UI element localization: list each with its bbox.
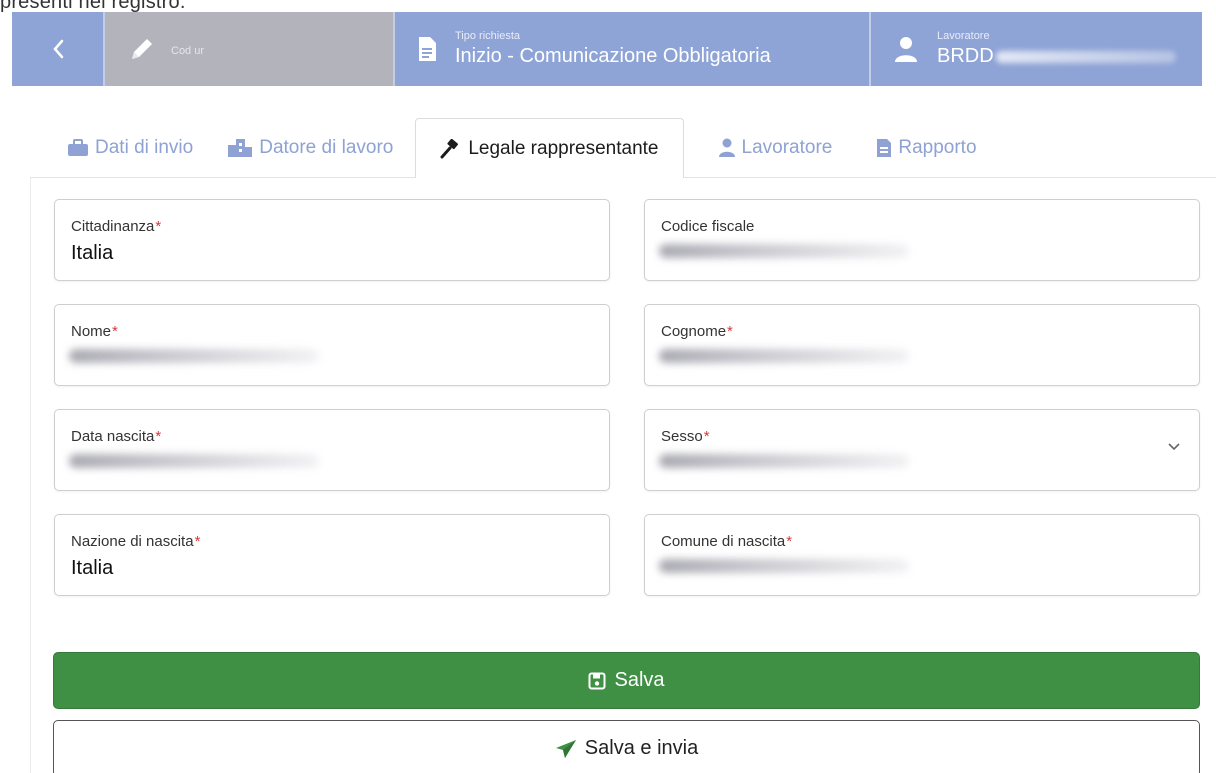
field-label: Sesso* xyxy=(661,428,710,445)
user-icon xyxy=(895,37,917,62)
redacted-value xyxy=(69,349,319,363)
tab-legale-rappresentante[interactable]: Legale rappresentante xyxy=(415,118,684,178)
cognome-field[interactable]: Cognome* xyxy=(644,304,1200,386)
header-cod-label: Cod ur xyxy=(171,45,205,57)
nome-field[interactable]: Nome* xyxy=(54,304,610,386)
save-button[interactable]: Salva xyxy=(53,652,1200,709)
building-icon xyxy=(228,139,253,157)
field-label: Data nascita* xyxy=(71,428,162,445)
header-lavoratore-label: Lavoratore xyxy=(937,30,990,42)
gavel-icon xyxy=(440,138,459,158)
document-icon xyxy=(419,37,436,61)
chevron-down-icon[interactable] xyxy=(1167,442,1181,452)
paper-plane-icon xyxy=(555,739,576,758)
document-icon xyxy=(877,139,892,157)
tab-lavoratore[interactable]: Lavoratore xyxy=(706,118,845,178)
tab-label: Dati di invio xyxy=(95,137,194,158)
save-button-label: Salva xyxy=(614,669,665,691)
redacted-value xyxy=(659,454,909,468)
tab-label: Rapporto xyxy=(898,137,977,158)
chevron-left-icon xyxy=(52,39,63,59)
redacted-value xyxy=(659,244,909,258)
tab-dati-di-invio[interactable]: Dati di invio xyxy=(55,118,205,178)
save-and-send-label: Salva e invia xyxy=(584,737,699,759)
tab-rapporto[interactable]: Rapporto xyxy=(864,118,988,178)
cittadinanza-field[interactable]: Cittadinanza* Italia xyxy=(54,199,610,281)
sesso-select[interactable]: Sesso* xyxy=(644,409,1200,491)
comune-nascita-field[interactable]: Comune di nascita* xyxy=(644,514,1200,596)
header-lavoratore: Lavoratore BRDD xyxy=(871,12,1202,86)
redacted-value xyxy=(659,349,909,363)
cittadinanza-value: Italia xyxy=(71,242,114,264)
header-cod-section: Cod ur xyxy=(105,12,395,86)
header-tipo-label: Tipo richiesta xyxy=(455,30,521,42)
back-button[interactable] xyxy=(12,12,105,86)
redacted-value xyxy=(659,559,909,573)
field-label: Comune di nascita* xyxy=(661,533,793,550)
user-icon xyxy=(718,138,735,157)
nazione-nascita-value: Italia xyxy=(71,557,114,579)
redacted-value xyxy=(69,454,319,468)
field-label: Nazione di nascita* xyxy=(71,533,201,550)
tab-label: Datore di lavoro xyxy=(259,137,394,158)
tab-bar: Dati di invio Datore di lavoro Legale ra… xyxy=(55,118,1205,178)
header-tipo-richiesta: Tipo richiesta Inizio - Comunicazione Ob… xyxy=(395,12,871,86)
header-tipo-value: Inizio - Comunicazione Obbligatoria xyxy=(455,45,771,67)
redacted-text xyxy=(995,50,1176,63)
request-header: Cod ur Tipo richiesta Inizio - Comunicaz… xyxy=(12,12,1202,86)
briefcase-icon xyxy=(68,139,88,156)
tab-label: Lavoratore xyxy=(741,137,833,158)
field-label: Cittadinanza* xyxy=(71,218,162,235)
nazione-nascita-field[interactable]: Nazione di nascita* Italia xyxy=(54,514,610,596)
field-label: Codice fiscale xyxy=(661,218,755,235)
floppy-disk-icon xyxy=(588,672,606,689)
header-lavoratore-value: BRDD xyxy=(937,45,994,67)
codice-fiscale-field[interactable]: Codice fiscale xyxy=(644,199,1200,281)
field-label: Nome* xyxy=(71,323,118,340)
data-nascita-field[interactable]: Data nascita* xyxy=(54,409,610,491)
tab-datore-di-lavoro[interactable]: Datore di lavoro xyxy=(215,118,405,178)
pencil-icon xyxy=(132,39,152,59)
save-and-send-button[interactable]: Salva e invia xyxy=(53,720,1200,773)
field-label: Cognome* xyxy=(661,323,733,340)
tab-label: Legale rappresentante xyxy=(468,137,659,159)
